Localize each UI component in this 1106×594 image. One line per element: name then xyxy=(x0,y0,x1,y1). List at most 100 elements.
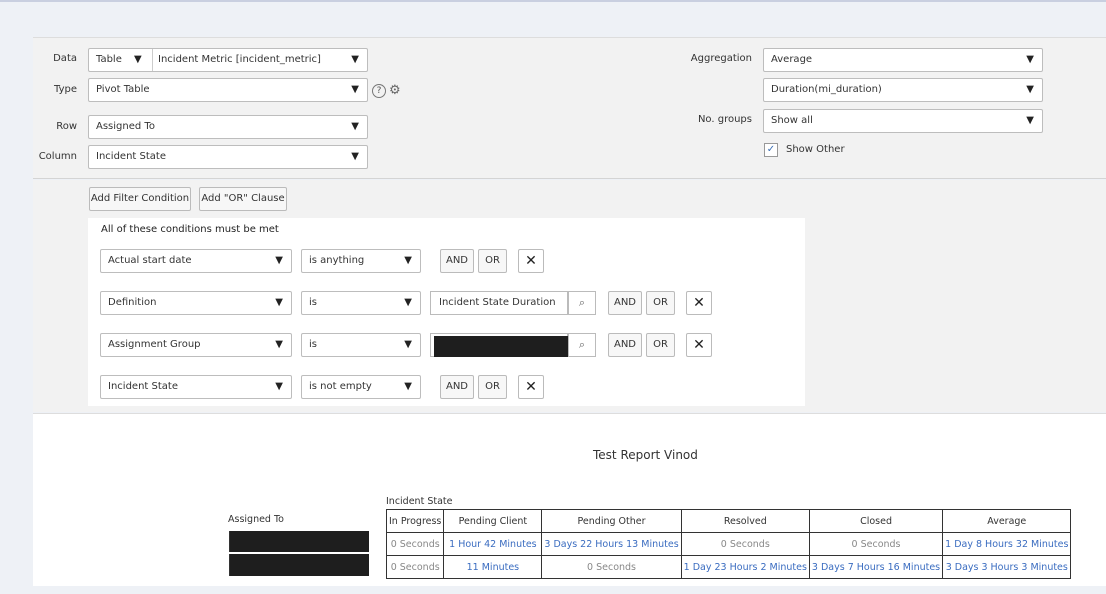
gear-icon[interactable]: ⚙ xyxy=(389,83,401,98)
column-select[interactable]: Incident State ▼ xyxy=(88,145,368,169)
groups-label: No. groups xyxy=(697,114,752,125)
row-select[interactable]: Assigned To ▼ xyxy=(88,115,368,139)
condition-field-select[interactable]: Assignment Group ▼ xyxy=(100,333,292,357)
table-cell-link[interactable]: 3 Days 7 Hours 16 Minutes xyxy=(808,555,944,579)
chevron-down-icon: ▼ xyxy=(1026,54,1034,65)
condition-field-value: Definition xyxy=(108,297,157,308)
and-button[interactable]: AND xyxy=(608,291,642,315)
table-cell: 0 Seconds xyxy=(541,555,682,579)
condition-operator-value: is anything xyxy=(309,255,365,266)
conditions-title: All of these conditions must be met xyxy=(101,224,279,235)
column-header[interactable]: Resolved xyxy=(680,509,810,533)
table-cell-link[interactable]: 11 Minutes xyxy=(443,555,543,579)
condition-operator-value: is xyxy=(309,297,317,308)
type-label: Type xyxy=(54,84,77,95)
search-icon[interactable]: ⌕ xyxy=(568,333,596,357)
chevron-down-icon: ▼ xyxy=(351,54,359,65)
column-header[interactable]: Average xyxy=(942,509,1072,533)
table-cell: 0 Seconds xyxy=(385,532,445,556)
column-header[interactable]: In Progress xyxy=(385,509,445,533)
close-icon[interactable]: ✕ xyxy=(686,291,712,315)
column-header[interactable]: Pending Client xyxy=(443,509,543,533)
row-value: Assigned To xyxy=(96,121,155,132)
column-value: Incident State xyxy=(96,151,166,162)
help-icon[interactable]: ? xyxy=(372,84,386,98)
condition-operator-select[interactable]: is not empty ▼ xyxy=(301,375,421,399)
column-group-label: Incident State xyxy=(386,496,453,507)
or-button[interactable]: OR xyxy=(646,333,675,357)
and-button[interactable]: AND xyxy=(608,333,642,357)
chevron-down-icon: ▼ xyxy=(404,297,412,308)
aggregation-label: Aggregation xyxy=(690,53,752,64)
table-cell-link[interactable]: 3 Days 3 Hours 3 Minutes xyxy=(942,555,1072,579)
column-header[interactable]: Closed xyxy=(808,509,944,533)
table-row: 0 Seconds 1 Hour 42 Minutes 3 Days 22 Ho… xyxy=(385,532,1072,556)
condition-value-input[interactable] xyxy=(430,333,569,357)
redacted-assignee xyxy=(229,554,369,576)
chevron-down-icon: ▼ xyxy=(351,151,359,162)
search-icon[interactable]: ⌕ xyxy=(568,291,596,315)
table-cell-link[interactable]: 1 Hour 42 Minutes xyxy=(443,532,543,556)
close-icon[interactable]: ✕ xyxy=(518,375,544,399)
row-label: Row xyxy=(56,121,77,132)
data-table-select[interactable]: Table ▼ Incident Metric [incident_metric… xyxy=(88,48,368,72)
top-bar xyxy=(0,0,1106,37)
row-group-label: Assigned To xyxy=(228,514,284,525)
close-icon[interactable]: ✕ xyxy=(518,249,544,273)
show-other-checkbox[interactable]: ✓ xyxy=(764,143,778,157)
chevron-down-icon: ▼ xyxy=(404,381,412,392)
chevron-down-icon: ▼ xyxy=(275,297,283,308)
bottom-strip xyxy=(0,586,1106,594)
redacted-assignee xyxy=(229,531,369,552)
and-button[interactable]: AND xyxy=(440,249,474,273)
show-other-label: Show Other xyxy=(786,144,845,155)
aggregation-field-value: Duration(mi_duration) xyxy=(771,84,882,95)
add-filter-condition-button[interactable]: Add Filter Condition xyxy=(89,187,191,211)
chevron-down-icon[interactable]: ▼ xyxy=(134,49,142,71)
close-icon[interactable]: ✕ xyxy=(686,333,712,357)
divider xyxy=(152,49,153,71)
data-source-value: Table xyxy=(96,54,122,65)
condition-operator-select[interactable]: is ▼ xyxy=(301,291,421,315)
table-row: 0 Seconds 11 Minutes 0 Seconds 1 Day 23 … xyxy=(385,555,1072,579)
data-label: Data xyxy=(53,53,77,64)
table-cell: 0 Seconds xyxy=(680,532,810,556)
data-table-value: Incident Metric [incident_metric] xyxy=(158,54,321,65)
add-or-clause-button[interactable]: Add "OR" Clause xyxy=(199,187,287,211)
or-button[interactable]: OR xyxy=(646,291,675,315)
condition-field-select[interactable]: Actual start date ▼ xyxy=(100,249,292,273)
and-button[interactable]: AND xyxy=(440,375,474,399)
redacted-value xyxy=(434,336,569,357)
chevron-down-icon: ▼ xyxy=(404,339,412,350)
chevron-down-icon: ▼ xyxy=(404,255,412,266)
column-header[interactable]: Pending Other xyxy=(541,509,682,533)
type-value: Pivot Table xyxy=(96,84,150,95)
pivot-table: In Progress Pending Client Pending Other… xyxy=(385,509,1072,579)
table-cell-link[interactable]: 1 Day 23 Hours 2 Minutes xyxy=(680,555,810,579)
condition-value-input[interactable]: Incident State Duration xyxy=(430,291,568,315)
table-cell: 0 Seconds xyxy=(385,555,445,579)
type-select[interactable]: Pivot Table ▼ xyxy=(88,78,368,102)
chevron-down-icon: ▼ xyxy=(275,255,283,266)
condition-field-value: Actual start date xyxy=(108,255,192,266)
table-cell: 0 Seconds xyxy=(808,532,944,556)
or-button[interactable]: OR xyxy=(478,375,507,399)
condition-field-select[interactable]: Incident State ▼ xyxy=(100,375,292,399)
table-cell-link[interactable]: 3 Days 22 Hours 13 Minutes xyxy=(541,532,682,556)
groups-select[interactable]: Show all ▼ xyxy=(763,109,1043,133)
chevron-down-icon: ▼ xyxy=(351,84,359,95)
chevron-down-icon: ▼ xyxy=(351,121,359,132)
aggregation-select[interactable]: Average ▼ xyxy=(763,48,1043,72)
aggregation-field-select[interactable]: Duration(mi_duration) ▼ xyxy=(763,78,1043,102)
condition-operator-select[interactable]: is anything ▼ xyxy=(301,249,421,273)
condition-field-value: Assignment Group xyxy=(108,339,201,350)
chevron-down-icon: ▼ xyxy=(275,339,283,350)
aggregation-value: Average xyxy=(771,54,813,65)
report-title: Test Report Vinod xyxy=(593,448,698,462)
or-button[interactable]: OR xyxy=(478,249,507,273)
table-cell-link[interactable]: 1 Day 8 Hours 32 Minutes xyxy=(942,532,1072,556)
groups-value: Show all xyxy=(771,115,813,126)
condition-field-select[interactable]: Definition ▼ xyxy=(100,291,292,315)
condition-operator-select[interactable]: is ▼ xyxy=(301,333,421,357)
chevron-down-icon: ▼ xyxy=(1026,115,1034,126)
